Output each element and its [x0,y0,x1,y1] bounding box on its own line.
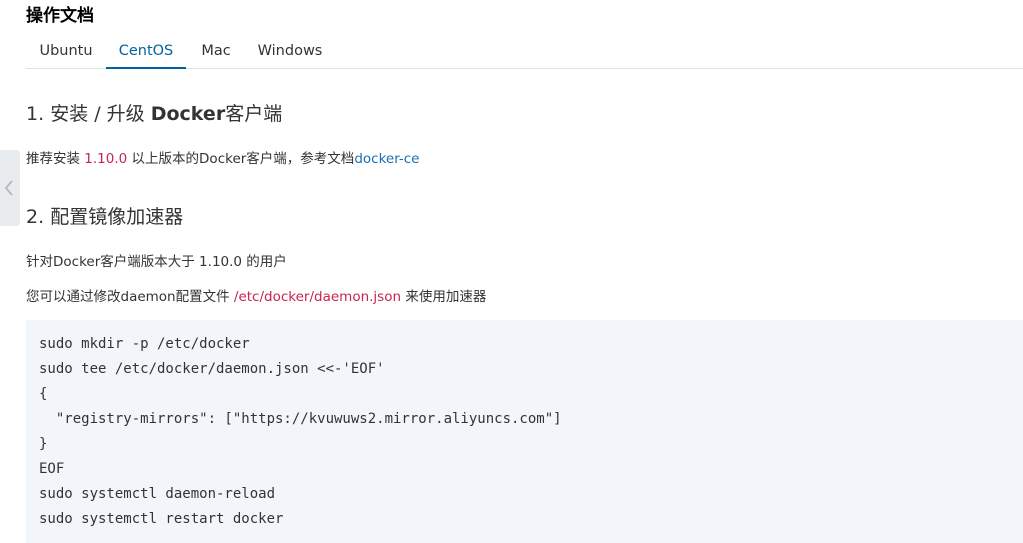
docker-ce-link[interactable]: docker-ce [354,151,419,167]
section-number: 2. [26,206,45,228]
section-heading-text: 配置镜像加速器 [50,206,184,228]
code-line: { [39,386,48,402]
tab-windows[interactable]: Windows [246,34,334,68]
code-line: "registry-mirrors": ["https://kvuwuws2.m… [39,411,562,427]
os-tabs: Ubuntu CentOS Mac Windows [26,34,1023,69]
code-line: sudo systemctl restart docker [39,511,284,527]
section-heading-install: 1. 安装 / 升级 Docker客户端 [26,101,282,127]
sidebar-toggle[interactable] [0,150,20,226]
section-heading-suffix: 客户端 [225,103,283,125]
version-highlight: 1.10.0 [84,151,128,167]
install-recommendation: 推荐安装 1.10.0 以上版本的Docker客户端，参考文档docker-ce [26,149,420,169]
code-line: sudo tee /etc/docker/daemon.json <<-'EOF… [39,361,385,377]
daemon-config-instruction: 您可以通过修改daemon配置文件 /etc/docker/daemon.jso… [26,287,486,307]
tab-centos[interactable]: CentOS [106,34,186,69]
text-segment: 推荐安装 [26,151,85,167]
text-segment: 来使用加速器 [401,289,487,305]
section-heading-mirror: 2. 配置镜像加速器 [26,204,183,230]
page: 操作文档 Ubuntu CentOS Mac Windows 1. 安装 / 升… [0,0,1023,543]
text-segment: 您可以通过修改daemon配置文件 [26,289,234,305]
code-line: } [39,436,48,452]
text-segment: 以上版本的Docker客户端，参考文档 [127,151,355,167]
tab-ubuntu[interactable]: Ubuntu [26,34,106,68]
code-content: sudo mkdir -p /etc/docker sudo tee /etc/d… [26,320,1023,532]
code-block[interactable]: sudo mkdir -p /etc/docker sudo tee /etc/d… [26,320,1023,543]
tab-mac[interactable]: Mac [186,34,246,68]
code-line: EOF [39,461,65,477]
code-line: sudo mkdir -p /etc/docker [39,336,250,352]
page-title: 操作文档 [26,6,94,26]
code-line: sudo systemctl daemon-reload [39,486,276,502]
mirror-description: 针对Docker客户端版本大于 1.10.0 的用户 [26,254,287,270]
section-heading-bold: Docker [150,103,226,125]
chevron-left-icon [4,180,13,196]
config-path-highlight: /etc/docker/daemon.json [233,289,402,305]
section-number: 1. [26,103,45,125]
section-heading-prefix: 安装 / 升级 [50,103,145,125]
